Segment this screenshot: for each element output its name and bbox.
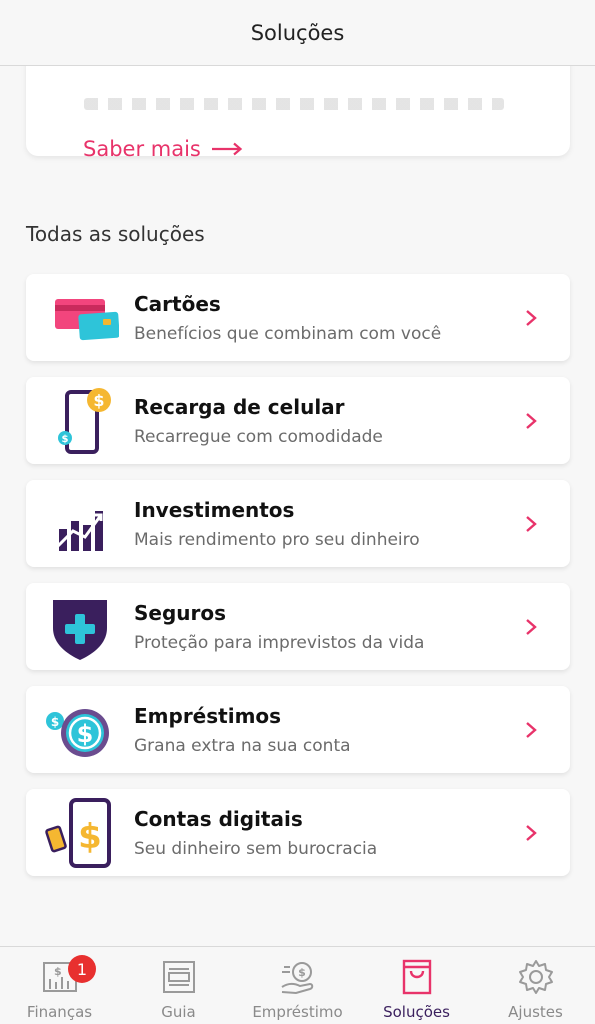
solution-subtitle: Grana extra na sua conta xyxy=(134,735,351,756)
nav-item-solucoes[interactable]: Soluções xyxy=(357,947,476,1024)
nav-item-financas[interactable]: $ 1 Finanças xyxy=(0,947,119,1024)
chevron-right-icon xyxy=(526,721,537,738)
solution-title: Empréstimos xyxy=(134,703,282,728)
nav-item-ajustes[interactable]: Ajustes xyxy=(476,947,595,1024)
svg-text:$: $ xyxy=(78,817,102,857)
svg-text:$: $ xyxy=(298,966,306,979)
notification-badge: 1 xyxy=(68,955,96,983)
page-title: Soluções xyxy=(250,20,345,45)
top-bar: Soluções xyxy=(0,0,595,66)
section-title: Todas as soluções xyxy=(26,222,205,246)
loan-hand-icon: $ xyxy=(280,962,313,995)
investment-chart-icon xyxy=(26,480,134,567)
arrow-right-icon xyxy=(211,142,243,156)
nav-label: Guia xyxy=(161,1003,196,1021)
nav-label: Soluções xyxy=(383,1003,450,1021)
chevron-right-icon xyxy=(526,618,537,635)
cards-icon xyxy=(26,274,134,361)
solution-card-recarga[interactable]: $ $ Recarga de celular Recarregue com co… xyxy=(26,377,570,464)
svg-text:$: $ xyxy=(93,391,104,410)
chevron-right-icon xyxy=(526,515,537,532)
solution-subtitle: Benefícios que combinam com você xyxy=(134,323,442,344)
nav-label: Finanças xyxy=(26,1003,93,1021)
saber-mais-link[interactable]: Saber mais xyxy=(83,137,243,161)
chevron-right-icon xyxy=(526,309,537,326)
solution-card-cartoes[interactable]: Cartões Benefícios que combinam com você xyxy=(26,274,570,361)
promo-text-cutoff xyxy=(84,98,504,110)
solution-card-investimentos[interactable]: Investimentos Mais rendimento pro seu di… xyxy=(26,480,570,567)
solution-title: Investimentos xyxy=(134,497,295,522)
guide-icon xyxy=(162,961,195,993)
solution-title: Cartões xyxy=(134,291,221,316)
svg-text:$: $ xyxy=(62,434,69,445)
solution-subtitle: Mais rendimento pro seu dinheiro xyxy=(134,529,420,550)
saber-mais-label: Saber mais xyxy=(83,137,201,161)
shopping-bag-icon xyxy=(402,959,431,995)
solution-title: Recarga de celular xyxy=(134,394,345,419)
bottom-nav: $ 1 Finanças Guia $ Empréstimo Soluções … xyxy=(0,946,595,1024)
coins-icon: $ $ xyxy=(26,686,134,773)
svg-text:$: $ xyxy=(51,715,59,729)
solution-card-emprestimos[interactable]: $ $ Empréstimos Grana extra na sua conta xyxy=(26,686,570,773)
solution-subtitle: Seu dinheiro sem burocracia xyxy=(134,838,378,859)
nav-label: Ajustes xyxy=(508,1003,563,1021)
svg-text:$: $ xyxy=(54,965,62,978)
shield-icon xyxy=(26,583,134,670)
solution-subtitle: Proteção para imprevistos da vida xyxy=(134,632,425,653)
nav-item-guia[interactable]: Guia xyxy=(119,947,238,1024)
solution-title: Seguros xyxy=(134,600,227,625)
phone-recharge-icon: $ $ xyxy=(26,377,134,464)
solution-title: Contas digitais xyxy=(134,806,303,831)
nav-item-emprestimo[interactable]: $ Empréstimo xyxy=(238,947,357,1024)
svg-text:$: $ xyxy=(77,720,94,748)
solution-subtitle: Recarregue com comodidade xyxy=(134,426,383,447)
solution-card-seguros[interactable]: Seguros Proteção para imprevistos da vid… xyxy=(26,583,570,670)
gear-icon xyxy=(518,960,553,994)
solution-card-contas-digitais[interactable]: $ Contas digitais Seu dinheiro sem buroc… xyxy=(26,789,570,876)
chevron-right-icon xyxy=(526,412,537,429)
solutions-list: Cartões Benefícios que combinam com você… xyxy=(26,274,570,892)
digital-account-icon: $ xyxy=(26,789,134,876)
chevron-right-icon xyxy=(526,824,537,841)
nav-label: Empréstimo xyxy=(252,1003,343,1021)
